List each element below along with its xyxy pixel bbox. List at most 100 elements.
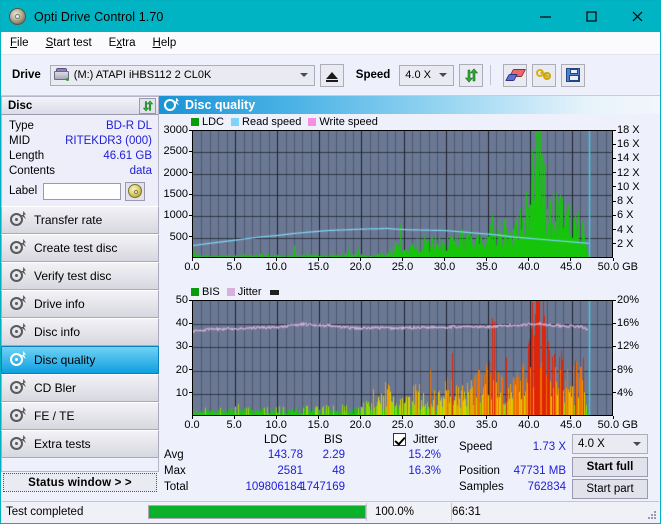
disc-row-value: 46.61 GB [103, 149, 152, 162]
jitter-checkbox[interactable] [393, 433, 406, 446]
y2-tick-mark [613, 186, 616, 188]
x-tick-mark [233, 258, 235, 261]
samples-stat-value: 762834 [527, 481, 566, 493]
save-button[interactable] [561, 63, 586, 87]
legend-label: Jitter [237, 286, 262, 298]
y-tick-mark [189, 236, 192, 238]
legend-swatch [231, 118, 240, 126]
sidebar-item-disc-quality[interactable]: Disc quality [1, 346, 159, 374]
legend-swatch [308, 118, 317, 126]
drive-select[interactable]: (M:) ATAPI iHBS112 2 CL0K [49, 64, 315, 86]
x-tick-mark [233, 416, 235, 419]
menu-extra[interactable]: Extra [109, 37, 136, 49]
y2-tick-mark [613, 172, 616, 174]
close-icon[interactable] [614, 1, 660, 32]
disc-panel-title: Disc [8, 99, 33, 112]
menu-help[interactable]: Help [153, 37, 177, 49]
disc-info-box: Type BD-R DL MID RITEKDR3 (000) Length 4… [1, 115, 159, 206]
disc-burn-icon [9, 323, 26, 340]
x-tick-mark [486, 258, 488, 261]
disc-burn-icon [9, 435, 26, 452]
disc-label-key: Label [9, 185, 38, 197]
disc-row-value: RITEKDR3 (000) [65, 134, 152, 147]
stats-col-ldc: LDC [264, 434, 288, 446]
y-tick-label: 20 [175, 363, 188, 376]
erase-button[interactable] [503, 63, 528, 87]
x-tick-label: 20.0 [349, 261, 372, 273]
x-tick-mark [402, 258, 403, 261]
resize-grip[interactable] [648, 511, 657, 520]
refresh-button[interactable] [459, 63, 484, 87]
sidebar-item-disc-info[interactable]: Disc info [1, 318, 159, 346]
x-tick-mark [486, 416, 488, 419]
speed-select-value: 4.0 X [405, 69, 431, 81]
floppy-disk-icon [566, 68, 581, 82]
bottom-chart-plot[interactable] [192, 300, 613, 416]
sidebar-item-verify-test-disc[interactable]: Verify test disc [1, 262, 159, 290]
sidebar-item-label: Extra tests [34, 437, 91, 451]
legend-item-jitter: Jitter [226, 286, 262, 298]
status-bar: Test completed 100.0% 66:31 [2, 501, 659, 522]
top-chart-legend: LDC Read speed Write speed [191, 116, 385, 128]
start-full-button[interactable]: Start full [572, 457, 648, 477]
y-tick-label: 2500 [163, 145, 188, 158]
sidebar-item-transfer-rate[interactable]: Transfer rate [1, 206, 159, 234]
top-chart-plot[interactable] [192, 130, 613, 258]
disc-refresh-button[interactable] [139, 97, 156, 114]
legend-swatch [191, 288, 199, 296]
y-tick-label: 1500 [163, 188, 188, 200]
stats-row-total-bis: 1747169 [300, 481, 345, 493]
status-window-button[interactable]: Status window > > [3, 473, 157, 492]
sidebar-item-extra-tests[interactable]: Extra tests [1, 430, 159, 458]
sidebar-item-fe-te[interactable]: FE / TE [1, 402, 159, 430]
sidebar-item-cd-bler[interactable]: CD Bler [1, 374, 159, 402]
x-tick-mark [191, 258, 193, 261]
stats-row-total-label: Total [164, 481, 189, 493]
x-tick-label: 40.0 [518, 261, 540, 273]
x-tick-mark [612, 258, 614, 261]
y2-tick-mark [613, 345, 616, 347]
minimize-icon[interactable] [522, 1, 568, 32]
key-button[interactable] [532, 63, 557, 87]
menu-start-test[interactable]: Start test [46, 37, 92, 49]
start-part-button[interactable]: Start part [572, 479, 648, 499]
eject-button[interactable] [319, 63, 344, 87]
x-tick-label: 20.0 [349, 419, 372, 431]
stats-row-avg-label: Avg [164, 449, 184, 461]
test-speed-select[interactable]: 4.0 X [572, 434, 648, 454]
y-tick-mark [189, 150, 192, 152]
y-tick-mark [189, 129, 192, 131]
y2-tick-label: 2 X [617, 237, 634, 250]
y-tick-mark [189, 345, 192, 347]
chevron-down-icon [299, 73, 308, 77]
x-tick-mark [317, 416, 319, 419]
y2-tick-mark [613, 299, 616, 301]
drive-label: Drive [12, 69, 41, 81]
disc-burn-icon [9, 239, 26, 256]
menu-file[interactable]: File [10, 37, 29, 49]
y-tick-label: 40 [175, 317, 188, 330]
stats-row-avg-jitter: 15.2% [408, 449, 441, 461]
disc-row-key: Length [9, 149, 45, 162]
speed-select[interactable]: 4.0 X [399, 64, 455, 86]
y2-tick-mark [613, 214, 616, 216]
stats-row-avg-ldc: 143.78 [267, 449, 303, 461]
maximize-icon[interactable] [568, 1, 614, 32]
sidebar-item-create-test-disc[interactable]: Create test disc [1, 234, 159, 262]
speed-stat-label: Speed [459, 441, 493, 453]
stats-row-avg-bis: 2.29 [322, 449, 345, 461]
disc-label-apply-button[interactable] [125, 181, 146, 201]
y-tick-label: 1000 [163, 209, 188, 222]
y2-tick-label: 16 X [617, 138, 640, 151]
sidebar-item-drive-info[interactable]: Drive info [1, 290, 159, 318]
x-tick-label: 0.0 [184, 419, 200, 431]
x-tick-label: 5.0 [226, 261, 242, 273]
x-tick-label: 50.0 GB [597, 261, 639, 273]
x-tick-mark [275, 258, 277, 261]
y2-tick-label: 8 X [617, 195, 634, 208]
y2-tick-label: 8% [617, 363, 633, 376]
disc-label-input[interactable] [43, 182, 122, 200]
stats-col-jitter: Jitter [413, 434, 438, 446]
disc-burn-icon [9, 267, 26, 284]
x-tick-mark [359, 416, 361, 419]
